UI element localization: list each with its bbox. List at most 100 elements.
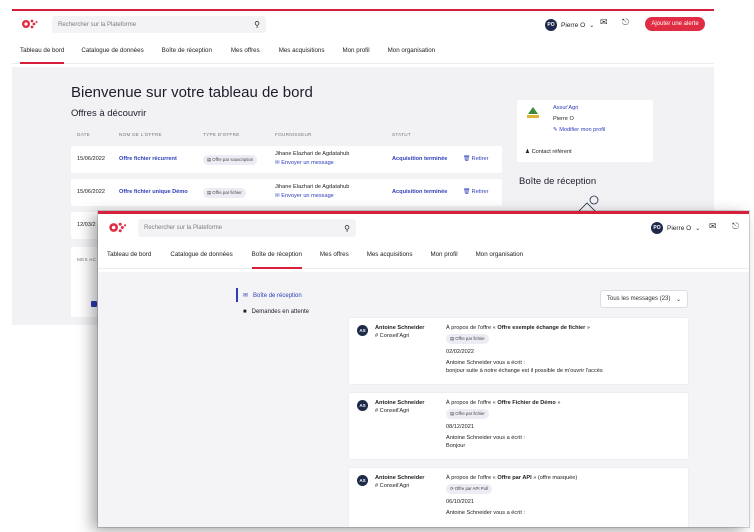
offer-type-label: Offre par fichier (455, 336, 485, 341)
tab-my-acquisitions[interactable]: Mes acquisitions (367, 251, 413, 268)
message-card[interactable]: AS Antoine Schneider # Conseil'Agri À pr… (349, 318, 688, 384)
bell-icon[interactable]: ⎋ (622, 17, 629, 28)
message-body: Bonjour (446, 443, 466, 449)
tab-inbox[interactable]: Boîte de réception (162, 47, 212, 63)
col-offer-type: TYPE D'OFFRE (203, 132, 240, 137)
tab-inbox[interactable]: Boîte de réception (251, 251, 303, 269)
tab-my-organisation[interactable]: Mon organisation (388, 47, 435, 63)
filter-value: Tous les messages (23) (607, 296, 671, 302)
row-status: Acquisition terminée (392, 156, 448, 162)
subject-suffix: » (offre masquée) (531, 475, 578, 481)
message-card[interactable]: AS Antoine Schneider # Conseil'Agri À pr… (349, 393, 688, 459)
inbox-title: Boîte de réception (519, 176, 597, 187)
subject-offer[interactable]: Offre par API (497, 475, 531, 481)
avatar: PO (545, 19, 557, 31)
main-nav: Tableau de bord Catalogue de données Boî… (98, 251, 749, 269)
org-name[interactable]: Assur'Agri (553, 105, 578, 111)
logo-icon[interactable] (21, 18, 39, 30)
subject-offer[interactable]: Offre Fichier de Démo (497, 400, 555, 406)
edit-profile-label: Modifier mon profil (559, 127, 606, 133)
inbox-window: Rechercher sur la Plateforme ⚲ PO Pierre… (98, 211, 749, 527)
edit-profile-link[interactable]: ✎ Modifier mon profil (553, 127, 605, 133)
send-message-link[interactable]: ✉ Envoyer un message (275, 160, 334, 166)
tab-catalog[interactable]: Catalogue de données (81, 47, 143, 63)
offer-type-chip: ▤ Offre par fichier (446, 409, 489, 419)
message-card[interactable]: AS Antoine Schneider # Conseil'Agri À pr… (349, 468, 688, 527)
sidebar-item-inbox[interactable]: ✉ Boîte de réception (243, 292, 302, 300)
subject-prefix: À propos de l'offre « (446, 325, 498, 331)
sender-avatar: AS (357, 400, 368, 411)
profile-card: Assur'Agri Pierre O ✎ Modifier mon profi… (517, 100, 653, 162)
org-logo-icon (525, 106, 541, 120)
sender-name: Antoine Schneider (375, 325, 425, 331)
user-menu[interactable]: PO Pierre O ⌄ (651, 222, 700, 234)
row-date: 12/03/2 (77, 222, 96, 228)
remove-label: Retirer (471, 156, 489, 162)
user-menu[interactable]: PO Pierre O ⌄ (545, 19, 594, 31)
offer-type-chip: ▤ Offre par fichier (203, 188, 246, 198)
tab-my-profile[interactable]: Mon profil (430, 251, 457, 268)
sender-org: # Conseil'Agri (375, 333, 410, 339)
referent-label: Contact référent (531, 149, 572, 155)
search-icon[interactable]: ⚲ (344, 224, 350, 233)
message-subject: À propos de l'offre « Offre exemple écha… (446, 325, 590, 331)
tab-catalog[interactable]: Catalogue de données (170, 251, 232, 268)
bell-icon[interactable]: ⎋ (732, 221, 739, 232)
sender-avatar: AS (357, 475, 368, 486)
remove-button[interactable]: 🗑 Retirer (463, 189, 488, 195)
search-input[interactable]: Rechercher sur la Plateforme ⚲ (138, 219, 356, 237)
row-offer-name[interactable]: Offre fichier unique Démo (119, 189, 188, 195)
sidebar-item-pending[interactable]: ■ Demandes en attente (243, 309, 309, 315)
message-filter-select[interactable]: Tous les messages (23) ⌄ (600, 290, 688, 308)
offer-type-label: Offre par API Poll (454, 486, 488, 491)
row-date: 15/06/2022 (77, 189, 105, 195)
subject-offer[interactable]: Offre exemple échange de fichier (497, 325, 585, 331)
message-subject: À propos de l'offre « Offre par API » (o… (446, 475, 577, 481)
user-name: Pierre O (667, 224, 692, 232)
profile-user: Pierre O (553, 116, 574, 122)
page-title: Bienvenue sur votre tableau de bord (71, 84, 313, 101)
row-offer-name[interactable]: Offre fichier récurrent (119, 156, 177, 162)
tab-dashboard[interactable]: Tableau de bord (20, 47, 65, 64)
search-icon[interactable]: ⚲ (254, 20, 260, 29)
mail-icon[interactable]: ✉ (600, 17, 608, 28)
message-date: 02/02/2022 (446, 349, 474, 355)
search-placeholder: Rechercher sur la Plateforme (58, 21, 137, 28)
sidebar-item-label: Boîte de réception (253, 292, 302, 299)
message-author-line: Antoine Schneider vous a écrit : (446, 360, 525, 366)
tab-my-offers[interactable]: Mes offres (320, 251, 349, 268)
offer-type-label: Offre par fichier (455, 411, 485, 416)
tab-my-acquisitions[interactable]: Mes acquisitions (279, 47, 325, 63)
col-offer-name: NOM DE L'OFFRE (119, 132, 162, 137)
offer-type-label: Offre par souscription (212, 157, 254, 162)
inbox-icon: ✉ (243, 293, 249, 299)
lock-icon: ■ (243, 309, 247, 315)
message-subject: À propos de l'offre « Offre Fichier de D… (446, 400, 560, 406)
table-row[interactable]: 15/06/2022 Offre fichier récurrent ▤ Off… (71, 146, 502, 173)
sidebar-active-indicator (236, 288, 238, 302)
logo-icon[interactable] (108, 221, 128, 234)
avatar: PO (651, 222, 663, 234)
mail-icon[interactable]: ✉ (709, 221, 717, 232)
message-body: bonjour suite à notre échange est il pos… (446, 368, 603, 374)
offer-type-chip: ▤ Offre par fichier (446, 334, 489, 344)
table-row[interactable]: 15/06/2022 Offre fichier unique Démo ▤ O… (71, 179, 502, 206)
send-message-link[interactable]: ✉ Envoyer un message (275, 193, 334, 199)
main-nav: Tableau de bord Catalogue de données Boî… (12, 47, 714, 64)
tab-my-offers[interactable]: Mes offres (231, 47, 260, 63)
referent-contact[interactable]: ♟ Contact référent (525, 149, 572, 155)
row-supplier: Jihane Elazhari de Agdatahub (275, 184, 350, 190)
tab-dashboard[interactable]: Tableau de bord (107, 251, 151, 268)
add-alert-button[interactable]: Ajouter une alerte (645, 17, 705, 31)
tab-my-profile[interactable]: Mon profil (342, 47, 369, 63)
search-input[interactable]: Rechercher sur la Plateforme ⚲ (52, 16, 266, 33)
search-placeholder: Rechercher sur la Plateforme (144, 225, 223, 231)
col-supplier: FOURNISSEUR (275, 132, 312, 137)
remove-button[interactable]: 🗑 Retirer (463, 156, 488, 162)
tab-my-organisation[interactable]: Mon organisation (476, 251, 523, 268)
sender-org: # Conseil'Agri (375, 408, 410, 414)
offer-type-label: Offre par fichier (212, 190, 242, 195)
subject-suffix: » (555, 400, 561, 406)
message-author-line: Antoine Schneider vous a écrit : (446, 510, 525, 516)
message-date: 08/12/2021 (446, 424, 474, 430)
